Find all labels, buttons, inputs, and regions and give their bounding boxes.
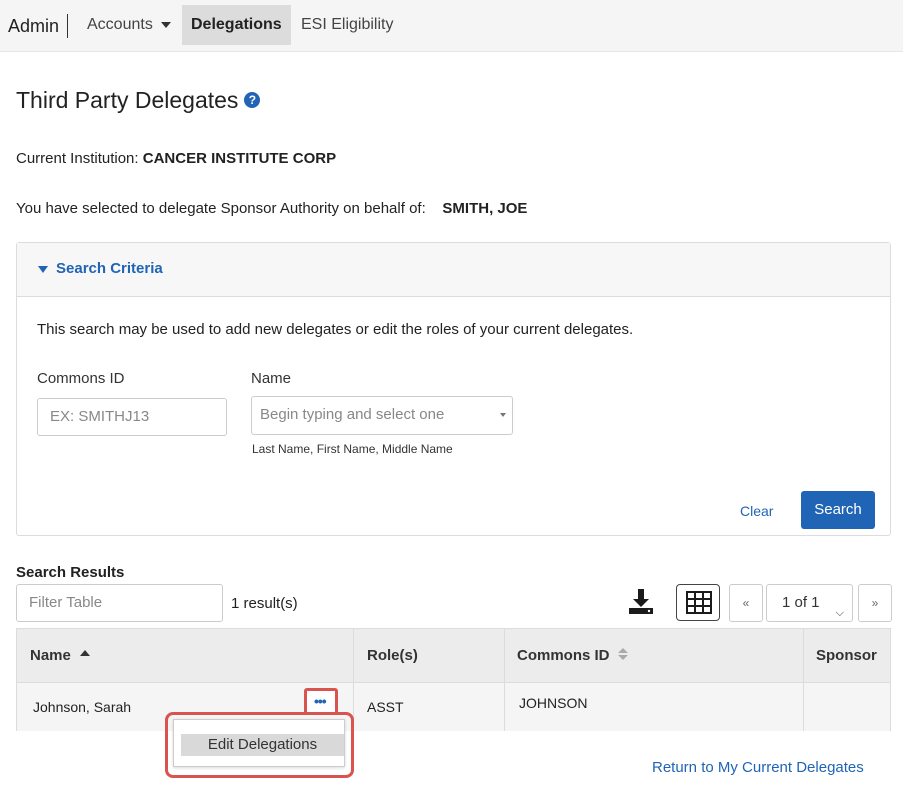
delegate-on-behalf: You have selected to delegate Sponsor Au…	[16, 200, 527, 217]
search-criteria-header[interactable]: Search Criteria	[17, 243, 890, 297]
menu-item-edit-delegations[interactable]: Edit Delegations	[181, 734, 344, 756]
page-select[interactable]: 1 of 1 ⌵	[766, 584, 853, 622]
sort-ascending-icon	[79, 650, 90, 657]
help-question-icon[interactable]: ?	[244, 91, 261, 108]
table-header-row: Name Role(s) Commons ID Sponsor	[17, 629, 890, 683]
column-header-commons-id[interactable]: Commons ID	[505, 629, 804, 682]
name-label: Name	[251, 370, 292, 387]
column-sponsor-label: Sponsor	[816, 647, 877, 664]
nav-esi-eligibility-tab[interactable]: ESI Eligibility	[292, 5, 402, 45]
search-criteria-panel: Search Criteria This search may be used …	[16, 242, 891, 536]
table-grid-icon	[686, 591, 712, 614]
column-header-name[interactable]: Name	[17, 629, 354, 682]
row-actions-menu: Edit Delegations	[173, 719, 345, 767]
name-placeholder: Begin typing and select one	[260, 406, 445, 423]
name-hint: Last Name, First Name, Middle Name	[252, 442, 453, 456]
search-criteria-title: Search Criteria	[56, 260, 163, 277]
pagination-next-button[interactable]: »	[858, 584, 892, 622]
column-header-commons-id-text: Commons ID	[517, 647, 628, 664]
clear-button[interactable]: Clear	[740, 503, 773, 519]
column-header-sponsor: Sponsor	[804, 629, 890, 682]
cell-commons-id-text: JOHNSON	[519, 695, 588, 711]
table-row: Johnson, Sarah ASST JOHNSON	[17, 683, 890, 731]
current-institution: Current Institution: CANCER INSTITUTE CO…	[16, 150, 336, 167]
search-results-title: Search Results	[16, 564, 125, 581]
caret-down-icon	[160, 21, 171, 28]
filter-table-input[interactable]: Filter Table	[16, 584, 223, 622]
ellipsis-icon: •••	[314, 693, 327, 709]
cell-roles-text: ASST	[367, 699, 404, 715]
row-actions-button[interactable]: •••	[304, 688, 338, 715]
nav-delegations-tab[interactable]: Delegations	[182, 5, 291, 45]
dropdown-arrow-icon	[500, 413, 506, 417]
institution-value: CANCER INSTITUTE CORP	[142, 150, 337, 167]
search-description: This search may be used to add new deleg…	[37, 321, 634, 338]
chevron-down-icon: ⌵	[835, 607, 844, 619]
column-header-roles: Role(s)	[354, 629, 505, 682]
delegate-value: SMITH, JOE	[442, 200, 528, 217]
cell-name-text: Johnson, Sarah	[33, 699, 132, 715]
page-select-value: 1 of 1	[782, 594, 820, 611]
results-table: Name Role(s) Commons ID Sponsor Johnson,…	[16, 628, 891, 731]
pagination-prev-button[interactable]: «	[729, 584, 763, 622]
cell-commons-id: JOHNSON	[505, 683, 804, 731]
institution-label: Current Institution:	[16, 150, 139, 167]
result-count: 1 result(s)	[231, 595, 298, 612]
column-name-label: Name	[30, 647, 71, 664]
brand-label: Admin	[8, 14, 69, 38]
caret-down-icon	[38, 266, 48, 273]
download-icon[interactable]	[626, 586, 656, 616]
page-title-text: Third Party Delegates	[16, 87, 239, 113]
name-select-input[interactable]: Begin typing and select one	[251, 396, 513, 435]
delegate-label: You have selected to delegate Sponsor Au…	[16, 200, 426, 217]
commons-id-input[interactable]: EX: SMITHJ13	[37, 398, 227, 436]
cell-roles: ASST	[354, 683, 505, 731]
search-button[interactable]: Search	[801, 491, 875, 529]
commons-id-label: Commons ID	[37, 370, 125, 387]
nav-accounts-label: Accounts	[87, 16, 153, 33]
cell-sponsor	[804, 683, 890, 731]
page-title: Third Party Delegates?	[16, 87, 261, 114]
column-toggle-button[interactable]	[676, 584, 720, 621]
column-commons-id-label: Commons ID	[517, 647, 610, 664]
return-to-current-delegates-link[interactable]: Return to My Current Delegates	[652, 759, 864, 776]
top-navbar: Admin Accounts Delegations ESI Eligibili…	[0, 0, 903, 52]
nav-accounts-dropdown[interactable]: Accounts	[78, 5, 180, 45]
column-roles-label: Role(s)	[367, 647, 418, 664]
column-header-name-text: Name	[30, 647, 90, 664]
sort-icon	[617, 648, 628, 661]
